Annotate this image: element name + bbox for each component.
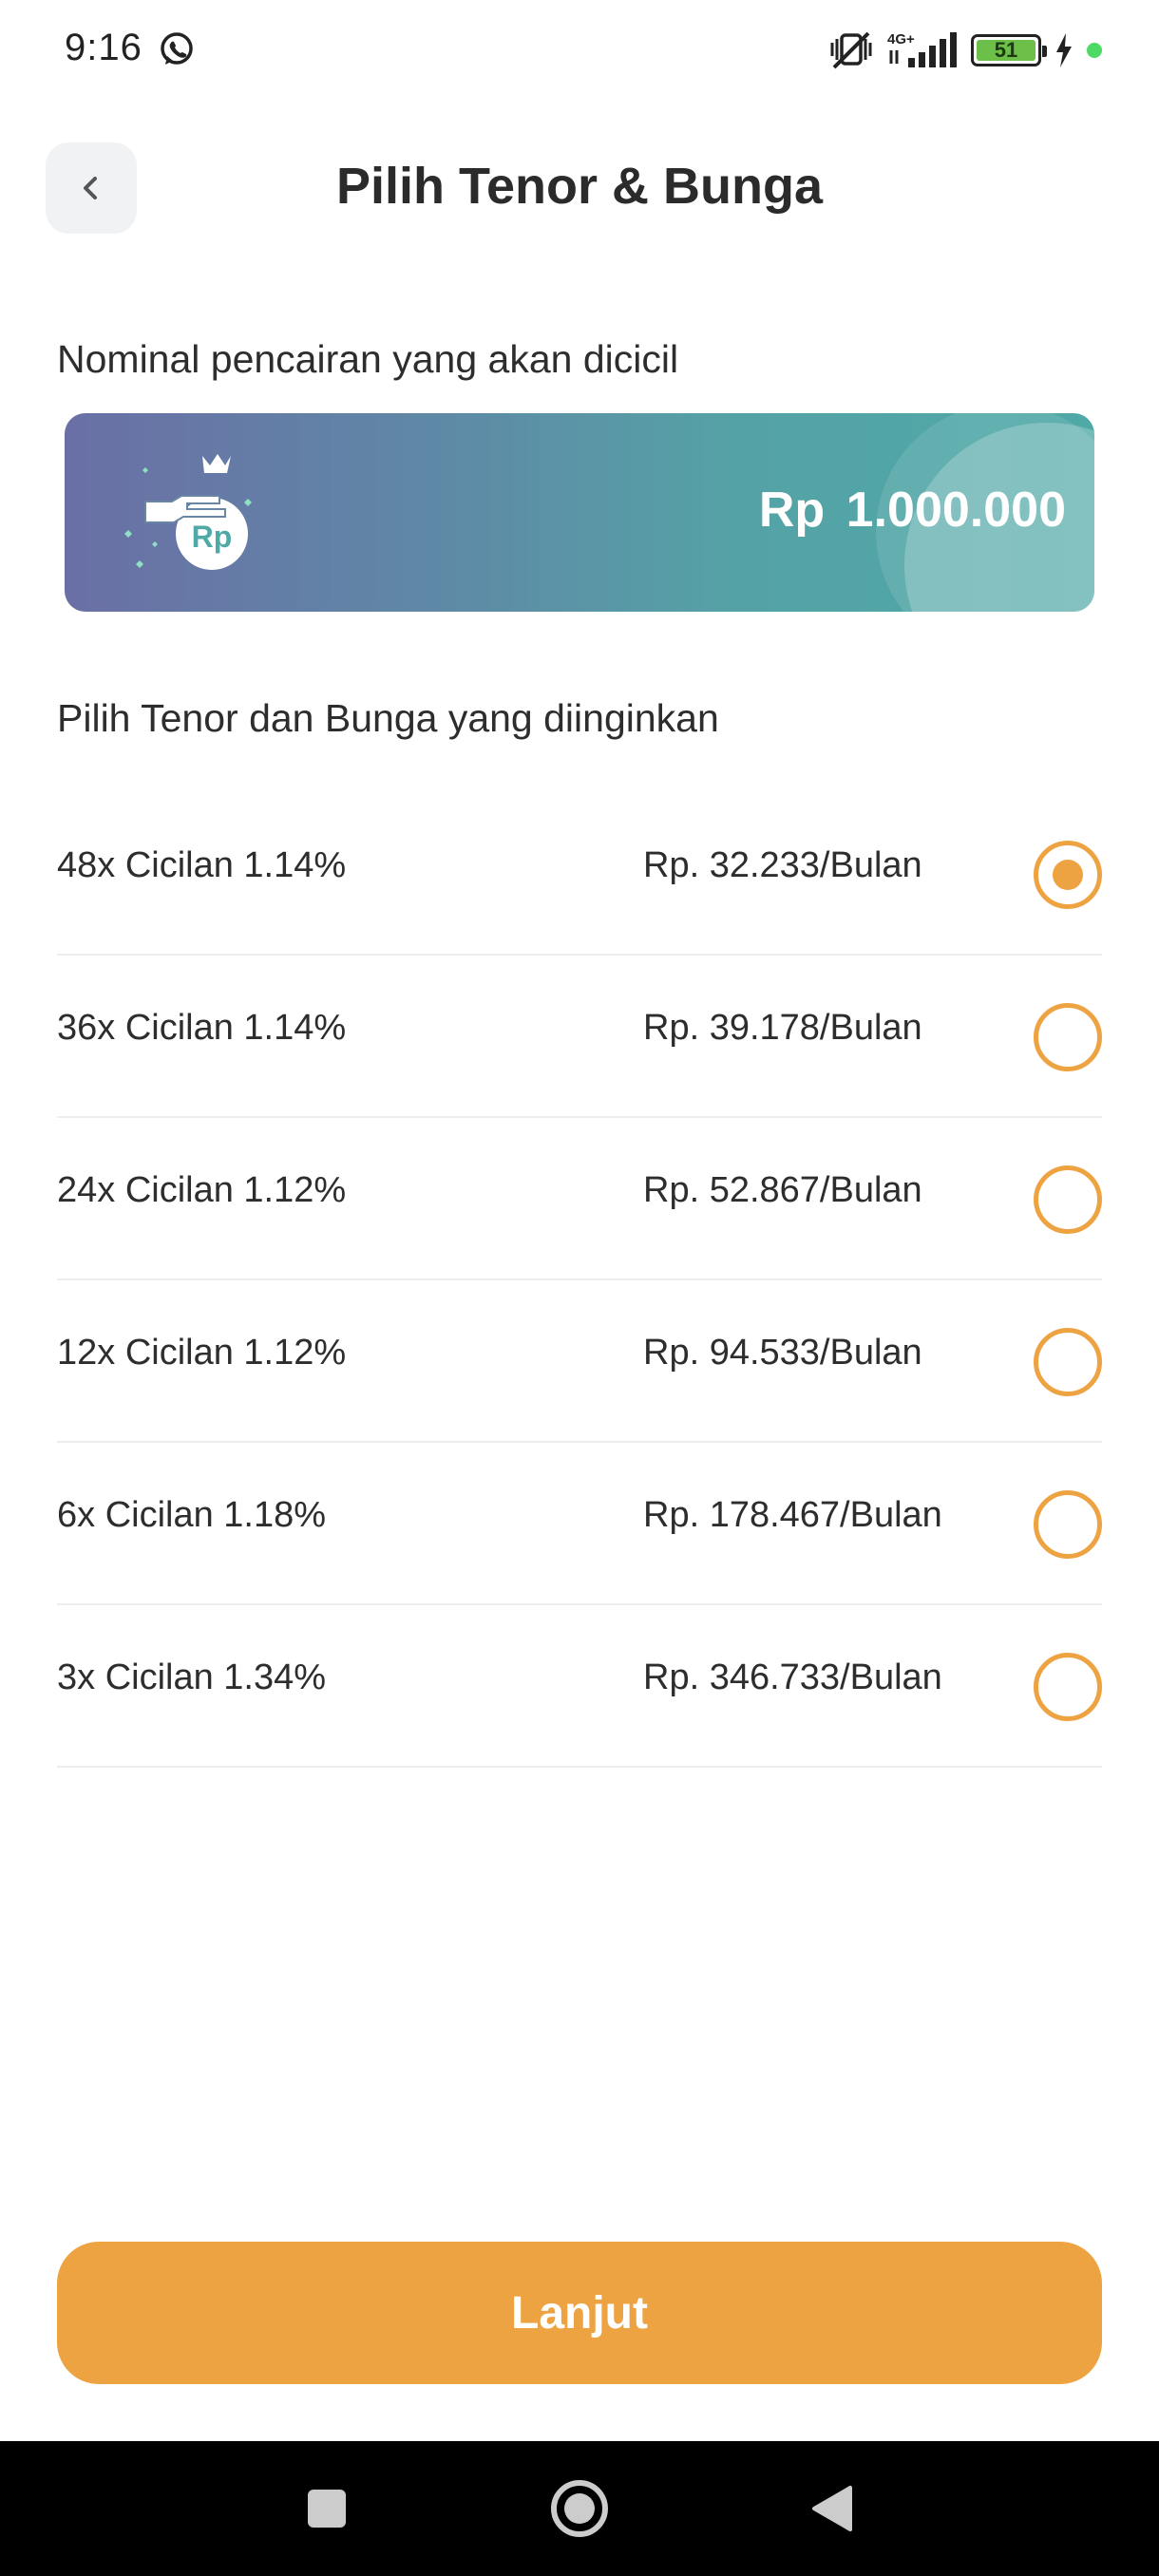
radio-button-selected[interactable] <box>1034 841 1102 909</box>
monthly-price: Rp. 39.178/Bulan <box>643 1008 922 1048</box>
tenor-label: 12x Cicilan 1.12% <box>57 1333 347 1373</box>
back-nav-button[interactable] <box>774 2441 888 2576</box>
home-button[interactable] <box>522 2441 636 2576</box>
tenor-label: 6x Cicilan 1.18% <box>57 1495 327 1535</box>
radio-dot <box>1053 860 1083 890</box>
battery-icon: 51 <box>971 34 1047 66</box>
svg-text:4G+: 4G+ <box>887 31 915 47</box>
mute-vibrate-icon <box>830 31 872 69</box>
tenor-option[interactable]: 24x Cicilan 1.12% Rp. 52.867/Bulan <box>57 1118 1102 1280</box>
amount-section-label: Nominal pencairan yang akan dicicil <box>57 337 679 381</box>
charging-icon <box>1056 33 1072 67</box>
tenor-option[interactable]: 3x Cicilan 1.34% Rp. 346.733/Bulan <box>57 1605 1102 1768</box>
battery-level: 51 <box>977 38 1036 62</box>
tenor-option[interactable]: 36x Cicilan 1.14% Rp. 39.178/Bulan <box>57 956 1102 1118</box>
monthly-price: Rp. 178.467/Bulan <box>643 1495 942 1535</box>
page-title: Pilih Tenor & Bunga <box>336 158 823 215</box>
tenor-option[interactable]: 6x Cicilan 1.18% Rp. 178.467/Bulan <box>57 1443 1102 1605</box>
square-icon <box>308 2490 346 2528</box>
radio-button[interactable] <box>1034 1165 1102 1234</box>
tenor-option[interactable]: 48x Cicilan 1.14% Rp. 32.233/Bulan <box>57 793 1102 956</box>
home-circle-icon <box>551 2480 608 2537</box>
radio-button[interactable] <box>1034 1003 1102 1071</box>
monthly-price: Rp. 52.867/Bulan <box>643 1170 922 1210</box>
radio-button[interactable] <box>1034 1328 1102 1396</box>
privacy-indicator-dot <box>1087 43 1102 58</box>
tenor-label: 48x Cicilan 1.14% <box>57 845 347 885</box>
tenor-label: 24x Cicilan 1.12% <box>57 1170 347 1210</box>
tenor-section-label: Pilih Tenor dan Bunga yang diinginkan <box>57 696 719 740</box>
amount-card: Rp Rp 1.000.000 <box>65 413 1094 612</box>
tenor-option[interactable]: 12x Cicilan 1.12% Rp. 94.533/Bulan <box>57 1280 1102 1443</box>
card-icon-text: Rp <box>192 520 233 554</box>
currency-label: Rp <box>758 483 826 538</box>
radio-button[interactable] <box>1034 1490 1102 1559</box>
system-nav-bar <box>0 2441 1159 2576</box>
disbursement-amount: Rp 1.000.000 <box>759 482 1066 539</box>
4g-signal-icon: 4G+ <box>887 31 957 67</box>
tenor-label: 3x Cicilan 1.34% <box>57 1657 327 1697</box>
triangle-back-icon <box>812 2486 852 2531</box>
recent-apps-button[interactable] <box>270 2441 384 2576</box>
whatsapp-icon <box>161 32 193 65</box>
amount-value: 1.000.000 <box>846 483 1066 538</box>
next-button[interactable]: Lanjut <box>57 2242 1102 2384</box>
tenor-option-list: 48x Cicilan 1.14% Rp. 32.233/Bulan 36x C… <box>57 793 1102 1768</box>
monthly-price: Rp. 32.233/Bulan <box>643 845 922 885</box>
monthly-price: Rp. 346.733/Bulan <box>643 1657 942 1697</box>
tenor-label: 36x Cicilan 1.14% <box>57 1008 347 1048</box>
money-bag-hand-icon: Rp <box>124 454 252 570</box>
status-bar: 9:16 4G+ 51 <box>0 0 1159 104</box>
monthly-price: Rp. 94.533/Bulan <box>643 1333 922 1373</box>
radio-button[interactable] <box>1034 1653 1102 1721</box>
status-time: 9:16 <box>65 27 142 68</box>
